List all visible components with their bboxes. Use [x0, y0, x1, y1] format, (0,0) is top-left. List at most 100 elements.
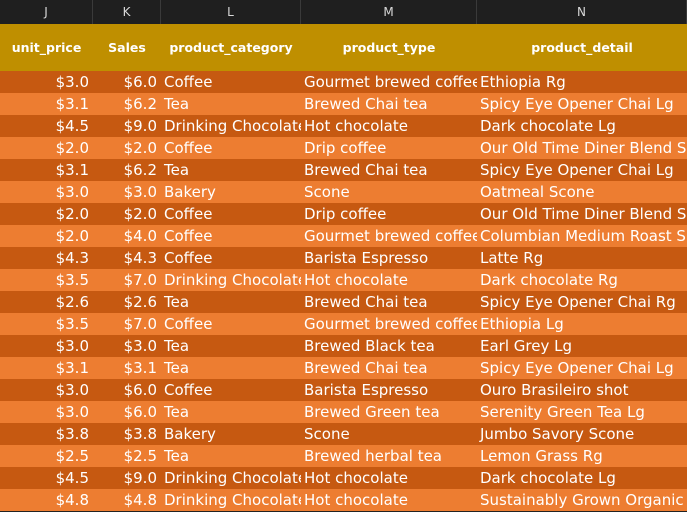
cell-product-type[interactable]: Drip coffee: [301, 137, 477, 159]
cell-product-detail[interactable]: Earl Grey Lg: [477, 335, 687, 357]
table-row[interactable]: $2.0 $2.0 Coffee Drip coffee Our Old Time Di…: [0, 137, 687, 159]
cell-product-type[interactable]: Brewed herbal tea: [301, 445, 477, 467]
cell-unit-price[interactable]: $3.1: [0, 159, 93, 181]
cell-unit-price[interactable]: $3.0: [0, 71, 93, 93]
cell-unit-price[interactable]: $2.6: [0, 291, 93, 313]
cell-product-type[interactable]: Brewed Chai tea: [301, 159, 477, 181]
column-letter-j[interactable]: J: [0, 0, 93, 24]
cell-product-detail[interactable]: Oatmeal Scone: [477, 181, 687, 203]
cell-product-type[interactable]: Scone: [301, 181, 477, 203]
cell-product-detail[interactable]: Spicy Eye Opener Chai Lg: [477, 159, 687, 181]
cell-product-category[interactable]: Coffee: [161, 379, 301, 401]
cell-product-category[interactable]: Coffee: [161, 203, 301, 225]
cell-product-category[interactable]: Coffee: [161, 225, 301, 247]
cell-product-category[interactable]: Tea: [161, 357, 301, 379]
table-row[interactable]: $4.3 $4.3 Coffee Barista Espresso Latte Rg: [0, 247, 687, 269]
cell-product-detail[interactable]: Latte Rg: [477, 247, 687, 269]
cell-sales[interactable]: $3.1: [93, 357, 161, 379]
cell-unit-price[interactable]: $3.5: [0, 269, 93, 291]
cell-product-type[interactable]: Gourmet brewed coffee: [301, 71, 477, 93]
cell-sales[interactable]: $6.0: [93, 379, 161, 401]
cell-product-category[interactable]: Coffee: [161, 137, 301, 159]
cell-product-type[interactable]: Gourmet brewed coffee: [301, 313, 477, 335]
cell-unit-price[interactable]: $3.0: [0, 335, 93, 357]
cell-product-category[interactable]: Tea: [161, 291, 301, 313]
table-row[interactable]: $3.0 $3.0 Bakery Scone Oatmeal Scone: [0, 181, 687, 203]
cell-product-category[interactable]: Tea: [161, 401, 301, 423]
cell-unit-price[interactable]: $3.1: [0, 357, 93, 379]
cell-product-detail[interactable]: Sustainably Grown Organic Lg: [477, 489, 687, 511]
table-row[interactable]: $4.5 $9.0 Drinking Chocolate Hot chocolate D…: [0, 467, 687, 489]
cell-product-category[interactable]: Bakery: [161, 181, 301, 203]
cell-sales[interactable]: $6.0: [93, 71, 161, 93]
cell-sales[interactable]: $9.0: [93, 115, 161, 137]
cell-product-category[interactable]: Drinking Chocolate: [161, 269, 301, 291]
column-letter-l[interactable]: L: [161, 0, 301, 24]
cell-product-detail[interactable]: Dark chocolate Lg: [477, 467, 687, 489]
cell-product-detail[interactable]: Spicy Eye Opener Chai Rg: [477, 291, 687, 313]
cell-product-category[interactable]: Bakery: [161, 423, 301, 445]
cell-product-type[interactable]: Hot chocolate: [301, 269, 477, 291]
header-product-category[interactable]: product_category: [161, 24, 301, 71]
cell-product-detail[interactable]: Our Old Time Diner Blend Sm: [477, 203, 687, 225]
table-row[interactable]: $3.5 $7.0 Drinking Chocolate Hot chocolate D…: [0, 269, 687, 291]
table-row[interactable]: $3.1 $6.2 Tea Brewed Chai tea Spicy Eye Open…: [0, 93, 687, 115]
cell-unit-price[interactable]: $3.0: [0, 181, 93, 203]
cell-product-category[interactable]: Coffee: [161, 313, 301, 335]
cell-product-category[interactable]: Coffee: [161, 247, 301, 269]
cell-product-category[interactable]: Drinking Chocolate: [161, 115, 301, 137]
table-row[interactable]: $3.8 $3.8 Bakery Scone Jumbo Savory Scone: [0, 423, 687, 445]
cell-sales[interactable]: $3.8: [93, 423, 161, 445]
cell-product-type[interactable]: Hot chocolate: [301, 467, 477, 489]
cell-product-category[interactable]: Tea: [161, 93, 301, 115]
cell-product-type[interactable]: Scone: [301, 423, 477, 445]
cell-product-type[interactable]: Hot chocolate: [301, 115, 477, 137]
cell-unit-price[interactable]: $2.0: [0, 137, 93, 159]
cell-sales[interactable]: $4.3: [93, 247, 161, 269]
table-row[interactable]: $2.0 $2.0 Coffee Drip coffee Our Old Time Di…: [0, 203, 687, 225]
cell-unit-price[interactable]: $2.0: [0, 203, 93, 225]
cell-unit-price[interactable]: $4.3: [0, 247, 93, 269]
cell-product-detail[interactable]: Dark chocolate Rg: [477, 269, 687, 291]
cell-sales[interactable]: $7.0: [93, 313, 161, 335]
cell-sales[interactable]: $4.0: [93, 225, 161, 247]
cell-product-type[interactable]: Gourmet brewed coffee: [301, 225, 477, 247]
cell-product-detail[interactable]: Jumbo Savory Scone: [477, 423, 687, 445]
cell-product-detail[interactable]: Lemon Grass Rg: [477, 445, 687, 467]
cell-product-detail[interactable]: Columbian Medium Roast Sm: [477, 225, 687, 247]
cell-product-detail[interactable]: Dark chocolate Lg: [477, 115, 687, 137]
table-row[interactable]: $3.1 $3.1 Tea Brewed Chai tea Spicy Eye Open…: [0, 357, 687, 379]
cell-unit-price[interactable]: $2.0: [0, 225, 93, 247]
table-row[interactable]: $2.5 $2.5 Tea Brewed herbal tea Lemon Grass …: [0, 445, 687, 467]
table-row[interactable]: $3.0 $6.0 Tea Brewed Green tea Serenity Gree…: [0, 401, 687, 423]
cell-sales[interactable]: $3.0: [93, 335, 161, 357]
cell-sales[interactable]: $2.5: [93, 445, 161, 467]
cell-product-type[interactable]: Brewed Chai tea: [301, 291, 477, 313]
cell-product-type[interactable]: Brewed Chai tea: [301, 93, 477, 115]
cell-sales[interactable]: $2.0: [93, 137, 161, 159]
cell-sales[interactable]: $6.2: [93, 93, 161, 115]
table-row[interactable]: $4.5 $9.0 Drinking Chocolate Hot chocolate D…: [0, 115, 687, 137]
table-row[interactable]: $2.0 $4.0 Coffee Gourmet brewed coffee Colum…: [0, 225, 687, 247]
cell-product-detail[interactable]: Ethiopia Lg: [477, 313, 687, 335]
header-sales[interactable]: Sales: [93, 24, 161, 71]
spreadsheet-grid[interactable]: J K L M N unit_price Sales product_categ…: [0, 0, 687, 512]
cell-sales[interactable]: $3.0: [93, 181, 161, 203]
cell-product-category[interactable]: Coffee: [161, 71, 301, 93]
cell-unit-price[interactable]: $3.0: [0, 379, 93, 401]
cell-unit-price[interactable]: $2.5: [0, 445, 93, 467]
cell-sales[interactable]: $2.6: [93, 291, 161, 313]
cell-sales[interactable]: $9.0: [93, 467, 161, 489]
cell-sales[interactable]: $2.0: [93, 203, 161, 225]
cell-unit-price[interactable]: $3.0: [0, 401, 93, 423]
cell-product-detail[interactable]: Ethiopia Rg: [477, 71, 687, 93]
cell-sales[interactable]: $7.0: [93, 269, 161, 291]
cell-sales[interactable]: $6.0: [93, 401, 161, 423]
cell-product-category[interactable]: Tea: [161, 445, 301, 467]
cell-unit-price[interactable]: $4.5: [0, 115, 93, 137]
header-product-type[interactable]: product_type: [301, 24, 477, 71]
table-row[interactable]: $3.0 $6.0 Coffee Gourmet brewed coffee Ethio…: [0, 71, 687, 93]
cell-product-category[interactable]: Drinking Chocolate: [161, 489, 301, 511]
column-letter-n[interactable]: N: [477, 0, 687, 24]
table-row[interactable]: $2.6 $2.6 Tea Brewed Chai tea Spicy Eye Open…: [0, 291, 687, 313]
